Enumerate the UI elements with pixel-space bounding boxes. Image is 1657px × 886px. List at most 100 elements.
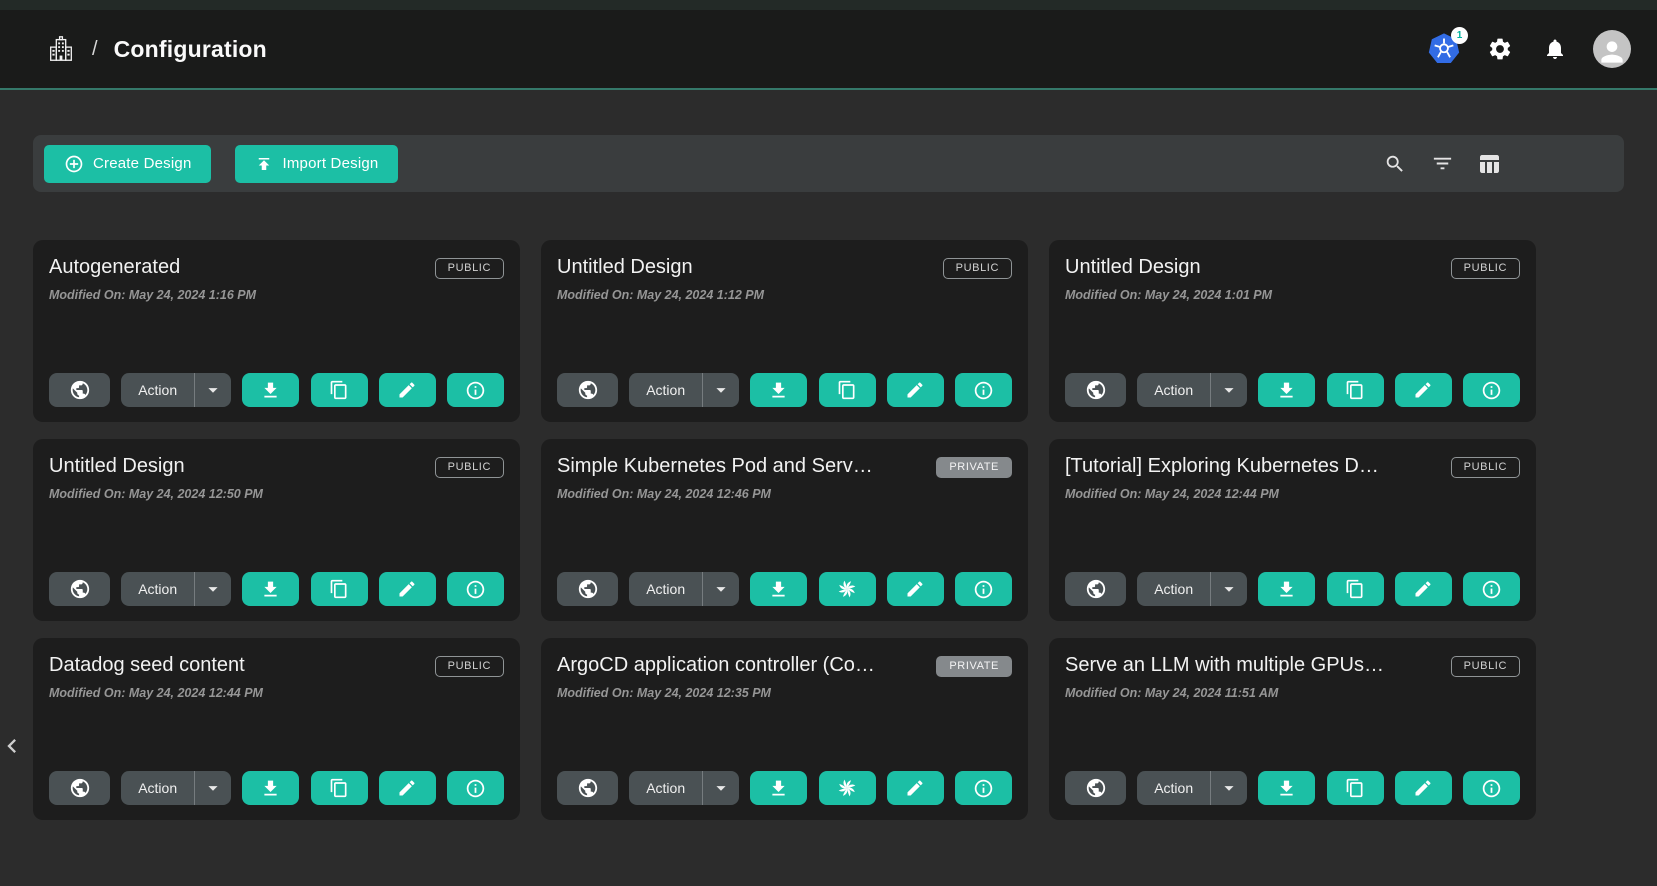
card-actions: Action [1065, 572, 1520, 606]
info-icon [1481, 380, 1502, 401]
edit-button[interactable] [1395, 572, 1452, 606]
import-design-button[interactable]: Import Design [235, 145, 398, 183]
edit-button[interactable] [379, 771, 436, 805]
modified-on-text: Modified On: May 24, 2024 1:01 PM [1065, 288, 1520, 302]
edit-button[interactable] [1395, 771, 1452, 805]
download-button[interactable] [750, 373, 807, 407]
download-button[interactable] [1258, 771, 1315, 805]
edit-button[interactable] [887, 771, 944, 805]
clone-button[interactable] [1327, 771, 1384, 805]
clone-button[interactable] [819, 572, 876, 606]
clone-button[interactable] [819, 373, 876, 407]
action-dropdown-caret[interactable] [703, 373, 739, 407]
clone-button[interactable] [819, 771, 876, 805]
visibility-globe-button[interactable] [49, 572, 110, 606]
action-dropdown-caret[interactable] [195, 572, 231, 606]
edit-button[interactable] [887, 572, 944, 606]
card-actions: Action [557, 373, 1012, 407]
action-button[interactable]: Action [121, 373, 194, 407]
download-button[interactable] [750, 572, 807, 606]
action-dropdown-caret[interactable] [703, 771, 739, 805]
action-split-button: Action [121, 373, 231, 407]
edit-button[interactable] [887, 373, 944, 407]
card-header: Serve an LLM with multiple GPUs… PUBLIC [1065, 654, 1520, 677]
info-button[interactable] [447, 771, 504, 805]
modified-on-text: Modified On: May 24, 2024 12:44 PM [1065, 487, 1520, 501]
filter-icon[interactable] [1427, 149, 1457, 179]
circle-plus-icon [64, 154, 84, 174]
action-button[interactable]: Action [1137, 771, 1210, 805]
table-view-icon[interactable] [1474, 149, 1504, 179]
visibility-globe-button[interactable] [557, 771, 618, 805]
action-dropdown-caret[interactable] [1211, 771, 1247, 805]
visibility-badge: PUBLIC [435, 258, 504, 279]
sidebar-expand-chevron[interactable] [0, 732, 26, 762]
copy-icon [1345, 380, 1365, 400]
clone-button[interactable] [311, 572, 368, 606]
info-button[interactable] [955, 572, 1012, 606]
globe-icon [1085, 777, 1107, 799]
action-split-button: Action [629, 373, 739, 407]
visibility-globe-button[interactable] [1065, 771, 1126, 805]
design-card: Autogenerated PUBLIC Modified On: May 24… [33, 240, 520, 422]
download-button[interactable] [242, 771, 299, 805]
kubernetes-context-button[interactable]: 1 [1426, 32, 1462, 66]
breadcrumb-separator: / [92, 38, 98, 61]
info-button[interactable] [447, 373, 504, 407]
info-button[interactable] [1463, 572, 1520, 606]
visibility-globe-button[interactable] [1065, 572, 1126, 606]
info-button[interactable] [1463, 373, 1520, 407]
action-button[interactable]: Action [1137, 572, 1210, 606]
action-button[interactable]: Action [121, 771, 194, 805]
clone-button[interactable] [1327, 572, 1384, 606]
download-button[interactable] [242, 373, 299, 407]
action-button[interactable]: Action [629, 771, 702, 805]
download-button[interactable] [750, 771, 807, 805]
notifications-bell-icon[interactable] [1538, 32, 1572, 66]
user-avatar[interactable] [1593, 30, 1631, 68]
visibility-globe-button[interactable] [557, 373, 618, 407]
action-button[interactable]: Action [629, 572, 702, 606]
info-button[interactable] [447, 572, 504, 606]
clone-button[interactable] [311, 373, 368, 407]
edit-button[interactable] [379, 572, 436, 606]
action-dropdown-caret[interactable] [195, 771, 231, 805]
download-button[interactable] [1258, 572, 1315, 606]
visibility-badge: PUBLIC [435, 656, 504, 677]
edit-button[interactable] [1395, 373, 1452, 407]
clone-button[interactable] [1327, 373, 1384, 407]
download-button[interactable] [1258, 373, 1315, 407]
card-actions: Action [49, 572, 504, 606]
settings-gear-icon[interactable] [1483, 32, 1517, 66]
download-button[interactable] [242, 572, 299, 606]
clone-button[interactable] [311, 771, 368, 805]
action-dropdown-caret[interactable] [703, 572, 739, 606]
info-button[interactable] [955, 771, 1012, 805]
design-card: Untitled Design PUBLIC Modified On: May … [33, 439, 520, 621]
action-dropdown-caret[interactable] [195, 373, 231, 407]
action-button[interactable]: Action [629, 373, 702, 407]
action-button[interactable]: Action [121, 572, 194, 606]
visibility-globe-button[interactable] [49, 373, 110, 407]
action-dropdown-caret[interactable] [1211, 373, 1247, 407]
globe-icon [69, 777, 91, 799]
visibility-globe-button[interactable] [557, 572, 618, 606]
action-split-button: Action [1137, 373, 1247, 407]
visibility-globe-button[interactable] [49, 771, 110, 805]
action-split-button: Action [1137, 572, 1247, 606]
info-button[interactable] [1463, 771, 1520, 805]
design-card: ArgoCD application controller (Co… PRIVA… [541, 638, 1028, 820]
modified-on-text: Modified On: May 24, 2024 1:12 PM [557, 288, 1012, 302]
action-dropdown-caret[interactable] [1211, 572, 1247, 606]
action-button[interactable]: Action [1137, 373, 1210, 407]
info-icon [973, 579, 994, 600]
organization-building-icon[interactable] [46, 33, 76, 65]
search-icon[interactable] [1380, 149, 1410, 179]
create-design-button[interactable]: Create Design [44, 145, 211, 183]
visibility-badge: PUBLIC [435, 457, 504, 478]
info-button[interactable] [955, 373, 1012, 407]
edit-button[interactable] [379, 373, 436, 407]
chevron-down-icon [202, 578, 224, 600]
visibility-globe-button[interactable] [1065, 373, 1126, 407]
card-header: Datadog seed content PUBLIC [49, 654, 504, 677]
